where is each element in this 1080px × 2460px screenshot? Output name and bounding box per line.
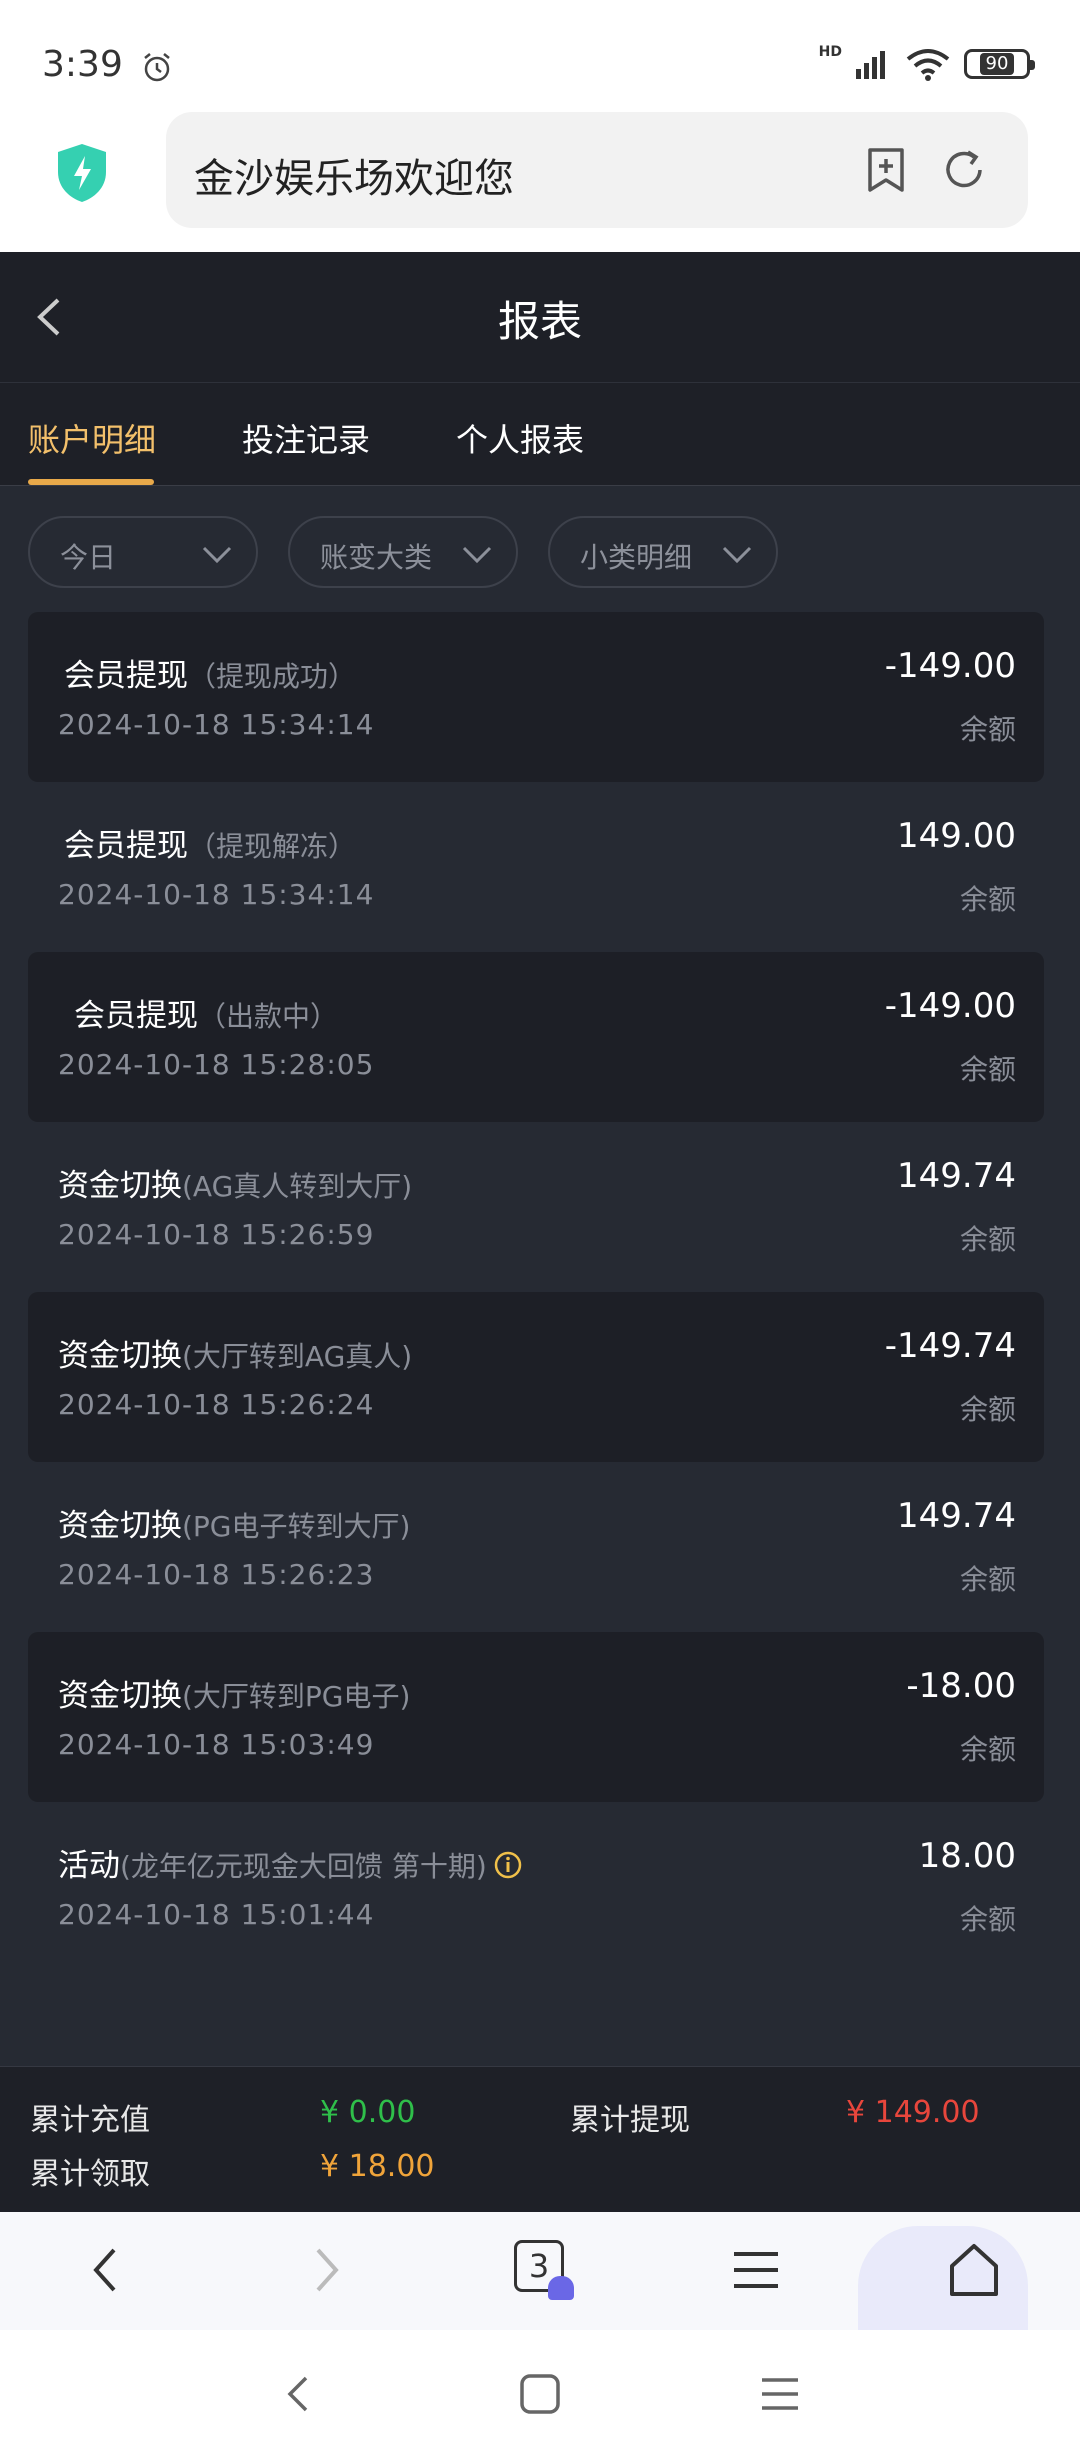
record-subtype: （提现解冻） <box>188 830 357 863</box>
summary-footer: 累计充值 ¥ 0.00 累计提现 ¥ 149.00 累计领取 ¥ 18.00 <box>0 2066 1080 2212</box>
list-item[interactable]: 资金切换(AG真人转到大厅) 2024-10-18 15:26:59 149.7… <box>28 1122 1044 1292</box>
record-balance-label: 余额 <box>959 1223 1016 1256</box>
record-type: 资金切换 <box>58 1678 182 1714</box>
address-field[interactable]: 金沙娱乐场欢迎您 <box>166 112 1028 228</box>
record-time: 2024-10-18 15:03:49 <box>58 1728 375 1761</box>
record-balance-label: 余额 <box>959 1053 1016 1086</box>
record-time: 2024-10-18 15:28:05 <box>58 1048 375 1081</box>
record-amount: 149.74 <box>897 1496 1016 1536</box>
wifi-icon <box>906 49 950 81</box>
info-icon[interactable] <box>493 1850 523 1880</box>
record-subtype: （提现成功） <box>188 660 357 693</box>
record-subtype: (大厅转到PG电子) <box>182 1680 411 1713</box>
browser-back-icon[interactable] <box>76 2240 136 2300</box>
system-nav-bar <box>0 2330 1080 2460</box>
report-page: 报表 账户明细 投注记录 个人报表 今日 账变大类 小类明细 会员提现（提现成功… <box>0 252 1080 2212</box>
record-type: 会员提现 <box>74 998 198 1034</box>
browser-forward-icon[interactable] <box>296 2240 356 2300</box>
record-type: 资金切换 <box>58 1508 182 1544</box>
signal-icon <box>856 51 885 79</box>
record-amount: -149.74 <box>884 1326 1016 1366</box>
chevron-down-icon <box>722 546 752 564</box>
record-amount: -149.00 <box>884 986 1016 1026</box>
record-type: 会员提现 <box>64 658 188 694</box>
category-filter-label: 账变大类 <box>320 541 433 574</box>
record-subtype: (PG电子转到大厅) <box>182 1510 411 1543</box>
menu-icon[interactable] <box>726 2240 786 2300</box>
total-claim-value: ¥ 18.00 <box>320 2149 435 2184</box>
total-withdraw-label: 累计提现 <box>570 2103 690 2138</box>
record-amount: -149.00 <box>884 646 1016 686</box>
browser-address-bar: 金沙娱乐场欢迎您 <box>0 110 1080 252</box>
report-tabs: 账户明细 投注记录 个人报表 <box>0 382 1080 486</box>
chevron-down-icon <box>202 546 232 564</box>
record-balance-label: 余额 <box>959 1563 1016 1596</box>
total-claim-label: 累计领取 <box>30 2157 150 2192</box>
list-item[interactable]: 会员提现（出款中） 2024-10-18 15:28:05 -149.00 余额 <box>28 952 1044 1122</box>
tabs-badge-icon <box>548 2276 574 2300</box>
record-subtype: (大厅转到AG真人) <box>182 1340 413 1373</box>
home-icon[interactable] <box>944 2240 1004 2300</box>
record-balance-label: 余额 <box>959 1393 1016 1426</box>
record-time: 2024-10-18 15:34:14 <box>58 878 375 911</box>
record-subtype: (龙年亿元现金大回馈 第十期) <box>120 1850 487 1883</box>
record-balance-label: 余额 <box>959 713 1016 746</box>
tab-account-details[interactable]: 账户明细 <box>28 415 156 461</box>
record-amount: 18.00 <box>918 1836 1016 1876</box>
tab-personal-report[interactable]: 个人报表 <box>456 415 584 461</box>
date-filter-dropdown[interactable]: 今日 <box>28 516 258 588</box>
record-balance-label: 余额 <box>959 883 1016 916</box>
security-shield-icon[interactable] <box>54 142 110 204</box>
date-filter-label: 今日 <box>60 541 117 574</box>
nav-back-icon[interactable] <box>278 2372 322 2416</box>
browser-toolbar: 3 <box>0 2212 1080 2330</box>
record-type: 活动 <box>58 1848 120 1884</box>
battery-level: 90 <box>979 53 1015 75</box>
battery-icon: 90 <box>964 49 1035 79</box>
record-type: 资金切换 <box>58 1168 182 1204</box>
record-time: 2024-10-18 15:26:59 <box>58 1218 375 1251</box>
record-balance-label: 余额 <box>959 1903 1016 1936</box>
record-balance-label: 余额 <box>959 1733 1016 1766</box>
page-header: 报表 <box>0 252 1080 382</box>
refresh-icon[interactable] <box>940 146 988 194</box>
network-type-label: HD <box>818 44 842 60</box>
address-text[interactable]: 金沙娱乐场欢迎您 <box>194 146 514 204</box>
list-item[interactable]: 会员提现（提现成功） 2024-10-18 15:34:14 -149.00 余… <box>28 612 1044 782</box>
list-item[interactable]: 会员提现（提现解冻） 2024-10-18 15:34:14 149.00 余额 <box>28 782 1044 952</box>
record-time: 2024-10-18 15:01:44 <box>58 1898 375 1931</box>
record-subtype: (AG真人转到大厅) <box>182 1170 413 1203</box>
list-item[interactable]: 活动(龙年亿元现金大回馈 第十期) 2024-10-18 15:01:44 18… <box>28 1802 1044 1972</box>
chevron-down-icon <box>462 546 492 564</box>
record-time: 2024-10-18 15:26:23 <box>58 1558 375 1591</box>
list-item[interactable]: 资金切换(大厅转到PG电子) 2024-10-18 15:03:49 -18.0… <box>28 1632 1044 1802</box>
subcategory-filter-dropdown[interactable]: 小类明细 <box>548 516 778 588</box>
total-withdraw-value: ¥ 149.00 <box>846 2095 980 2130</box>
subcategory-filter-label: 小类明细 <box>580 541 693 574</box>
record-subtype: （出款中） <box>198 1000 339 1033</box>
list-item[interactable]: 资金切换(PG电子转到大厅) 2024-10-18 15:26:23 149.7… <box>28 1462 1044 1632</box>
record-time: 2024-10-18 15:34:14 <box>58 708 375 741</box>
record-type: 资金切换 <box>58 1338 182 1374</box>
total-recharge-label: 累计充值 <box>30 2103 150 2138</box>
list-item[interactable]: 资金切换(大厅转到AG真人) 2024-10-18 15:26:24 -149.… <box>28 1292 1044 1462</box>
filter-bar: 今日 账变大类 小类明细 <box>0 486 1080 606</box>
record-time: 2024-10-18 15:26:24 <box>58 1388 375 1421</box>
record-amount: 149.74 <box>897 1156 1016 1196</box>
nav-recents-icon[interactable] <box>758 2372 802 2416</box>
add-bookmark-icon[interactable] <box>862 146 910 194</box>
record-amount: 149.00 <box>897 816 1016 856</box>
page-title: 报表 <box>497 297 582 346</box>
tab-bet-records[interactable]: 投注记录 <box>242 415 370 461</box>
alarm-icon <box>144 53 170 82</box>
record-amount: -18.00 <box>906 1666 1016 1706</box>
transaction-list: 会员提现（提现成功） 2024-10-18 15:34:14 -149.00 余… <box>28 612 1044 1972</box>
record-type: 会员提现 <box>64 828 188 864</box>
total-recharge-value: ¥ 0.00 <box>320 2095 416 2130</box>
nav-home-icon[interactable] <box>518 2372 562 2416</box>
status-bar: 3:39 HD 90 <box>0 0 1080 110</box>
category-filter-dropdown[interactable]: 账变大类 <box>288 516 518 588</box>
active-tab-indicator <box>28 479 154 485</box>
status-time: 3:39 <box>42 44 123 85</box>
